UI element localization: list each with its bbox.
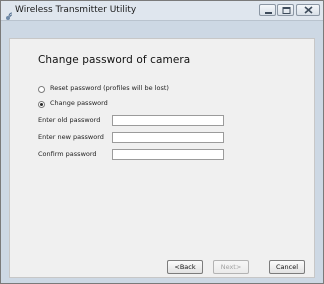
next-button[interactable]: Next>	[213, 260, 249, 274]
change-password-radio[interactable]	[38, 101, 45, 108]
maximize-button[interactable]	[277, 4, 294, 16]
change-password-label[interactable]: Change password	[50, 99, 108, 108]
window-title: Wireless Transmitter Utility	[15, 5, 137, 15]
title-bar[interactable]: Wireless Transmitter Utility	[1, 1, 323, 21]
confirm-password-field[interactable]	[112, 149, 224, 160]
reset-password-label[interactable]: Reset password (profiles will be lost)	[50, 84, 169, 93]
minimize-button[interactable]	[259, 4, 276, 16]
close-icon	[304, 6, 313, 14]
wizard-panel: Change password of camera Reset password…	[9, 38, 315, 278]
reset-password-radio[interactable]	[38, 86, 45, 93]
transmitter-icon	[5, 6, 14, 20]
new-password-field[interactable]	[112, 132, 224, 143]
app-window: Wireless Transmitter Utility Change pass…	[0, 0, 324, 284]
confirm-password-label: Confirm password	[38, 150, 97, 158]
back-button[interactable]: <Back	[167, 260, 203, 274]
old-password-field[interactable]	[112, 115, 224, 126]
new-password-label: Enter new password	[38, 133, 104, 141]
close-button[interactable]	[296, 4, 320, 16]
maximize-icon	[282, 7, 291, 14]
cancel-button[interactable]: Cancel	[269, 260, 305, 274]
minimize-icon	[265, 12, 272, 14]
page-title: Change password of camera	[38, 54, 191, 66]
old-password-label: Enter old password	[38, 116, 101, 124]
